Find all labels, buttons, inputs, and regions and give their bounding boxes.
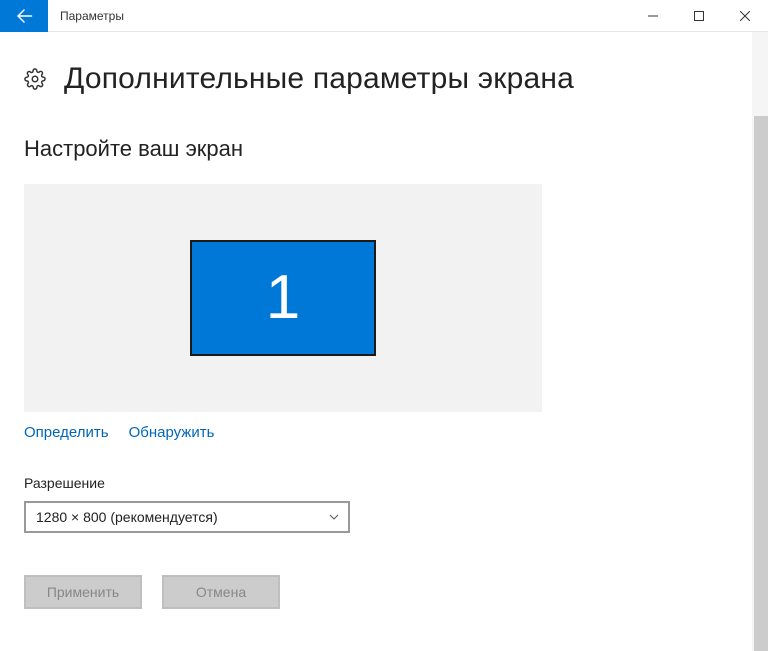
detect-link[interactable]: Обнаружить xyxy=(129,424,215,441)
chevron-down-icon xyxy=(328,511,340,523)
display-links: Определить Обнаружить xyxy=(24,424,768,441)
maximize-button[interactable] xyxy=(676,0,722,32)
scrollbar-thumb[interactable] xyxy=(754,116,768,651)
page-header: Дополнительные параметры экрана xyxy=(24,62,768,96)
display-arrangement-area[interactable]: 1 xyxy=(24,184,542,412)
identify-link[interactable]: Определить xyxy=(24,424,109,441)
resolution-selected-value: 1280 × 800 (рекомендуется) xyxy=(36,509,218,525)
monitor-tile-1[interactable]: 1 xyxy=(190,240,376,356)
content-area: Дополнительные параметры экрана Настройт… xyxy=(0,32,768,609)
apply-button[interactable]: Применить xyxy=(24,575,142,609)
minimize-icon xyxy=(648,11,658,21)
page-title: Дополнительные параметры экрана xyxy=(64,62,574,96)
cancel-button[interactable]: Отмена xyxy=(162,575,280,609)
back-button[interactable] xyxy=(0,0,48,32)
monitor-number: 1 xyxy=(266,267,300,329)
minimize-button[interactable] xyxy=(630,0,676,32)
button-row: Применить Отмена xyxy=(24,575,768,609)
window-titlebar: Параметры xyxy=(0,0,768,32)
window-title: Параметры xyxy=(48,9,124,23)
maximize-icon xyxy=(694,11,704,21)
resolution-select[interactable]: 1280 × 800 (рекомендуется) xyxy=(24,501,350,533)
gear-icon xyxy=(24,68,46,90)
back-arrow-icon xyxy=(15,7,33,25)
window-controls xyxy=(630,0,768,32)
resolution-label: Разрешение xyxy=(24,475,768,491)
close-button[interactable] xyxy=(722,0,768,32)
section-title: Настройте ваш экран xyxy=(24,136,768,162)
close-icon xyxy=(740,11,750,21)
